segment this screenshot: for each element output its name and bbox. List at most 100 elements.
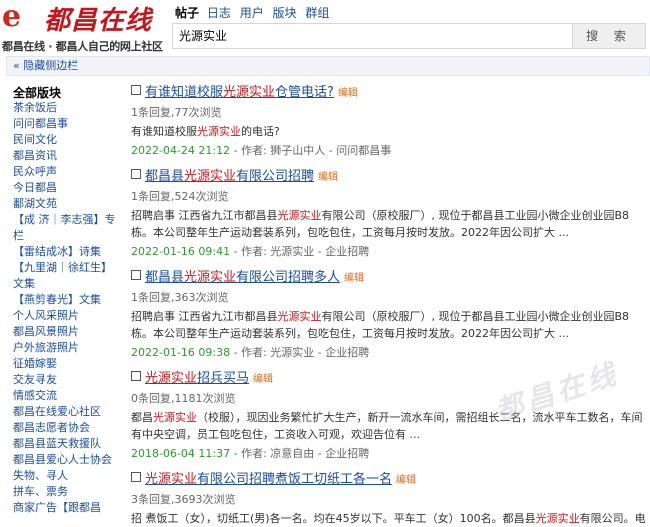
result-meta: 3条回复,3693次浏览 bbox=[131, 493, 236, 506]
result-meta: 0条回复,1181次浏览 bbox=[131, 392, 236, 405]
sidebar-item[interactable]: 都昌资讯 bbox=[13, 148, 118, 164]
keyword-highlight: 光源实业 bbox=[184, 169, 237, 184]
nav-current-posts[interactable]: 帖子 bbox=[175, 6, 199, 20]
result-meta: 1条回复,363次浏览 bbox=[131, 291, 229, 304]
sidebar-item[interactable]: 征婚嫁娶 bbox=[13, 356, 118, 372]
sidebar-item[interactable]: 今日都昌 bbox=[13, 180, 118, 196]
result-snippet: 招聘启事 江西省九江市都昌县光源实业有限公司（原校服厂）, 现位于都昌县工业园小… bbox=[131, 209, 630, 239]
sidebar-item[interactable]: 情感交流 bbox=[13, 388, 118, 404]
nav-link-groups[interactable]: 群组 bbox=[305, 6, 329, 20]
sidebar-item[interactable]: 都昌县爱心人士协会 bbox=[13, 452, 118, 468]
result-item: 都昌县光源实业有限公司招聘多人 编辑 1条回复,363次浏览 招聘启事 江西省九江… bbox=[131, 269, 650, 360]
author-name[interactable]: 凉意自由 bbox=[270, 447, 314, 460]
nav-link-users[interactable]: 用户 bbox=[240, 6, 264, 20]
sidebar-item[interactable]: 民众呼声 bbox=[13, 164, 118, 180]
result-item: 有谁知道校服光源实业仓管电话? 编辑 1条回复,77次浏览 有谁知道校服光源实业的… bbox=[131, 84, 650, 158]
result-meta: 1条回复,77次浏览 bbox=[131, 106, 222, 119]
post-date: 2022-04-24 21:12 bbox=[131, 144, 231, 157]
result-title-link[interactable]: 有谁知道校服光源实业仓管电话? bbox=[145, 85, 334, 100]
nav-link-boards[interactable]: 版块 bbox=[273, 6, 297, 20]
board-list: 茶余饭后 问问都昌事 民间文化 都昌资讯 民众呼声 今日都昌 鄱湖文苑 【成 济… bbox=[0, 100, 118, 516]
select-checkbox[interactable] bbox=[131, 472, 141, 482]
edit-link[interactable]: 编辑 bbox=[338, 88, 358, 99]
post-date: 2022-01-16 09:38 bbox=[131, 346, 231, 359]
result-meta: 1条回复,524次浏览 bbox=[131, 190, 229, 203]
nav-link-logs[interactable]: 日志 bbox=[207, 6, 231, 20]
result-footer: 2022-01-16 09:41 - 作者: 光源实业 - 企业招聘 bbox=[131, 245, 370, 258]
sidebar-item[interactable]: 民间文化 bbox=[13, 132, 118, 148]
result-snippet: 招 煮饭工（女），切纸工(男)各一名。均在45岁以下。平车工（女）100名。都昌… bbox=[131, 512, 646, 525]
edit-link[interactable]: 编辑 bbox=[396, 475, 416, 486]
search-input[interactable] bbox=[173, 24, 575, 46]
result-title-link[interactable]: 光源实业招兵买马 bbox=[145, 371, 249, 386]
board-name[interactable]: 企业招聘 bbox=[325, 245, 369, 258]
board-name[interactable]: 企业招聘 bbox=[325, 346, 369, 359]
result-title: 光源实业有限公司招聘煮饭工切纸工各一名 编辑 bbox=[131, 471, 650, 490]
sidebar-heading[interactable]: 全部版块 bbox=[13, 84, 118, 100]
author-label: 作者 bbox=[241, 245, 264, 258]
header: e 都昌在线 都昌在线 · 都昌人自己的网上社区 帖子 日志 用户 版块 群组 … bbox=[0, 0, 650, 54]
keyword-highlight: 光源实业 bbox=[197, 125, 241, 138]
select-checkbox[interactable] bbox=[131, 371, 141, 381]
site-logo[interactable]: e 都昌在线 都昌在线 · 都昌人自己的网上社区 bbox=[0, 0, 172, 54]
sidebar-item[interactable]: 交友寻友 bbox=[13, 372, 118, 388]
select-checkbox[interactable] bbox=[131, 169, 141, 179]
result-title: 光源实业招兵买马 编辑 bbox=[131, 370, 650, 389]
result-item: 光源实业招兵买马 编辑 0条回复,1181次浏览 都昌光源实业（校服），现因业务繁… bbox=[131, 370, 650, 461]
result-item: 都昌县光源实业有限公司招聘 编辑 1条回复,524次浏览 招聘启事 江西省九江市都… bbox=[131, 168, 650, 259]
edit-link[interactable]: 编辑 bbox=[344, 273, 364, 284]
author-label: 作者 bbox=[241, 346, 264, 359]
edit-link[interactable]: 编辑 bbox=[253, 374, 273, 385]
author-label: 作者 bbox=[241, 144, 264, 157]
result-snippet: 都昌光源实业（校服），现因业务繁忙扩大生产，新开一流水车间，需招组长二名，流水平… bbox=[131, 411, 643, 441]
sidebar-item[interactable]: 【燕剪春光】文集 bbox=[13, 292, 118, 308]
result-title-link[interactable]: 都昌县光源实业有限公司招聘多人 bbox=[145, 270, 340, 285]
board-name[interactable]: 问问都昌事 bbox=[336, 144, 391, 157]
sidebar-item[interactable]: 【九里湖｜徐红生】文集 bbox=[13, 260, 118, 292]
sidebar-item[interactable]: 户外旅游照片 bbox=[13, 340, 118, 356]
top-nav: 帖子 日志 用户 版块 群组 bbox=[175, 4, 334, 21]
result-title-link[interactable]: 光源实业有限公司招聘煮饭工切纸工各一名 bbox=[145, 472, 392, 487]
sidebar-item[interactable]: 鄱湖文苑 bbox=[13, 196, 118, 212]
sidebar-item[interactable]: 个人风采照片 bbox=[13, 308, 118, 324]
search-box: 搜 索 bbox=[172, 23, 646, 49]
sidebar-item[interactable]: 都昌风景照片 bbox=[13, 324, 118, 340]
result-title: 都昌县光源实业有限公司招聘 编辑 bbox=[131, 168, 650, 187]
post-date: 2018-06-04 11:37 bbox=[131, 447, 231, 460]
sidebar-item[interactable]: 都昌在线爱心社区 bbox=[13, 404, 118, 420]
result-footer: 2022-04-24 21:12 - 作者: 狮子山中人 - 问问都昌事 bbox=[131, 144, 392, 157]
author-name[interactable]: 光源实业 bbox=[270, 346, 314, 359]
sidebar-item[interactable]: 问问都昌事 bbox=[13, 116, 118, 132]
author-name[interactable]: 光源实业 bbox=[270, 245, 314, 258]
search-button[interactable]: 搜 索 bbox=[572, 24, 645, 48]
sidebar-item[interactable]: 失物、寻人 bbox=[13, 468, 118, 484]
author-name[interactable]: 狮子山中人 bbox=[270, 144, 325, 157]
author-label: 作者 bbox=[241, 447, 264, 460]
post-date: 2022-01-16 09:41 bbox=[131, 245, 231, 258]
result-snippet: 招聘启事 江西省九江市都昌县光源实业有限公司（原校服厂）, 现位于都昌县工业园小… bbox=[131, 310, 630, 340]
sidebar-item[interactable]: 都昌县蓝天救援队 bbox=[13, 436, 118, 452]
keyword-highlight: 光源实业 bbox=[153, 411, 197, 424]
sidebar-item[interactable]: 【成 济｜李志强】专栏 bbox=[13, 212, 118, 244]
keyword-highlight: 光源实业 bbox=[277, 310, 322, 323]
keyword-highlight: 光源实业 bbox=[184, 270, 237, 285]
sidebar-item[interactable]: 【雷结成冰】诗集 bbox=[13, 244, 118, 260]
sidebar-item[interactable]: 都昌志愿者协会 bbox=[13, 420, 118, 436]
select-checkbox[interactable] bbox=[131, 85, 141, 95]
site-slogan: 都昌在线 · 都昌人自己的网上社区 bbox=[2, 40, 163, 53]
edit-link[interactable]: 编辑 bbox=[318, 172, 338, 183]
select-checkbox[interactable] bbox=[131, 270, 141, 280]
logo-mark-icon: e bbox=[2, 0, 22, 34]
sidebar-item[interactable]: 商家广告【跟都昌 bbox=[13, 500, 118, 516]
result-title: 有谁知道校服光源实业仓管电话? 编辑 bbox=[131, 84, 650, 103]
sidebar-item[interactable]: 拼车、票务 bbox=[13, 484, 118, 500]
search-results: 有谁知道校服光源实业仓管电话? 编辑 1条回复,77次浏览 有谁知道校服光源实业的… bbox=[131, 78, 650, 527]
keyword-highlight: 光源实业 bbox=[145, 472, 198, 487]
result-footer: 2022-01-16 09:38 - 作者: 光源实业 - 企业招聘 bbox=[131, 346, 370, 359]
hide-sidebar-link[interactable]: « 隐藏侧边栏 bbox=[13, 59, 78, 72]
result-title-link[interactable]: 都昌县光源实业有限公司招聘 bbox=[145, 169, 314, 184]
board-name[interactable]: 企业招聘 bbox=[325, 447, 369, 460]
result-item: 光源实业有限公司招聘煮饭工切纸工各一名 编辑 3条回复,3693次浏览 招 煮饭工… bbox=[131, 471, 650, 527]
keyword-highlight: 光源实业 bbox=[277, 209, 322, 222]
sidebar-item[interactable]: 茶余饭后 bbox=[13, 100, 118, 116]
